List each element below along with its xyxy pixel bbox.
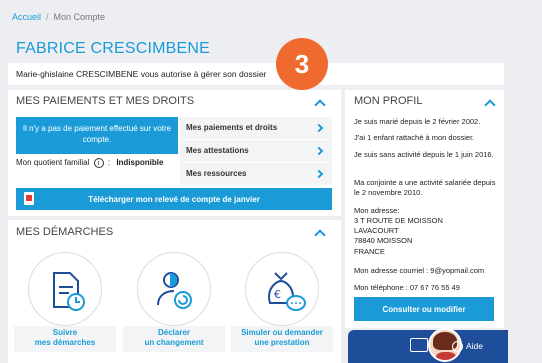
follow-circle[interactable] (28, 252, 102, 326)
profile-title: MON PROFIL (354, 95, 423, 107)
chevron-right-icon (314, 146, 324, 156)
profile-activity: Je suis sans activité depuis le 1 juin 2… (354, 150, 494, 159)
button-line: un changement (144, 338, 204, 348)
address-line: FRANCE (354, 246, 385, 256)
help-bar[interactable]: i Aide (348, 328, 508, 363)
document-clock-icon (53, 272, 85, 311)
follow-demarches-button[interactable]: Suivre mes démarches (14, 326, 116, 352)
help-label: Aide (466, 341, 484, 351)
simulate-circle[interactable]: € (245, 252, 319, 326)
address-line: 78840 MOISSON (354, 236, 413, 246)
address-line: LAVACOURT (354, 226, 399, 236)
svg-text:€: € (274, 288, 281, 301)
button-line: Déclarer (157, 328, 191, 337)
quotient-value: Indisponible (116, 158, 164, 167)
address-label: Mon adresse: (354, 206, 400, 215)
profile-email: Mon adresse courriel : 9@yopmail.com (354, 266, 485, 275)
address-line: 3 T ROUTE DE MOISSON (354, 216, 443, 226)
menu-label: Mes attestations (186, 146, 249, 155)
quotient-separator: : (107, 158, 111, 167)
chevron-right-icon (314, 169, 324, 179)
breadcrumb-home-link[interactable]: Accueil (12, 12, 41, 22)
step-badge: 3 (276, 38, 328, 90)
simulate-request-button[interactable]: Simuler ou demander une prestation (231, 326, 333, 352)
breadcrumb-separator: / (46, 12, 49, 22)
user-refresh-icon (157, 272, 192, 309)
authorization-notice: Marie-ghislaine CRESCIMBENE vous autoris… (8, 63, 504, 85)
no-payment-box: Il n'y a pas de paiement effectué sur vo… (16, 117, 178, 154)
menu-ressources[interactable]: Mes ressources (180, 163, 332, 185)
button-line: Simuler ou demander (241, 328, 323, 337)
info-icon: i (452, 341, 463, 352)
chevron-right-icon (314, 123, 324, 133)
breadcrumb: Accueil / Mon Compte (12, 12, 105, 22)
declare-change-button[interactable]: Déclarer un changement (123, 326, 225, 352)
profile-children: J'ai 1 enfant rattaché à mon dossier. (354, 133, 475, 142)
button-line: une prestation (254, 338, 310, 348)
pdf-icon (24, 192, 34, 205)
money-bag-chat-icon: € (268, 272, 306, 311)
menu-label: Mes ressources (186, 169, 247, 178)
demarches-title: MES DÉMARCHES (16, 226, 114, 238)
page-title: FABRICE CRESCIMBENE (16, 40, 211, 57)
download-statement-button[interactable]: Télécharger mon relevé de compte de janv… (16, 188, 332, 210)
profile-address: Mon adresse: 3 T ROUTE DE MOISSON LAVACO… (354, 206, 502, 257)
profile-phone: Mon téléphone : 07 67 76 55 49 (354, 283, 460, 292)
menu-attestations[interactable]: Mes attestations (180, 140, 332, 162)
payments-title: MES PAIEMENTS ET MES DROITS (16, 95, 195, 107)
consult-modify-button[interactable]: Consulter ou modifier (354, 297, 494, 321)
family-quotient: Mon quotient familial i : Indisponible (16, 158, 163, 168)
menu-label: Mes paiements et droits (186, 123, 278, 132)
button-line: mes démarches (34, 338, 96, 348)
download-label: Télécharger mon relevé de compte de janv… (88, 195, 260, 204)
menu-paiements-droits[interactable]: Mes paiements et droits (180, 117, 332, 139)
chat-icon (410, 338, 428, 352)
breadcrumb-current: Mon Compte (53, 12, 106, 22)
button-line: Suivre (52, 328, 78, 337)
declare-circle[interactable] (137, 252, 211, 326)
quotient-label: Mon quotient familial (16, 158, 90, 167)
profile-spouse-activity: Ma conjointe a une activité salariée dep… (354, 178, 496, 198)
profile-marriage: Je suis marié depuis le 2 février 2002. (354, 117, 481, 126)
info-icon[interactable]: i (93, 158, 104, 168)
